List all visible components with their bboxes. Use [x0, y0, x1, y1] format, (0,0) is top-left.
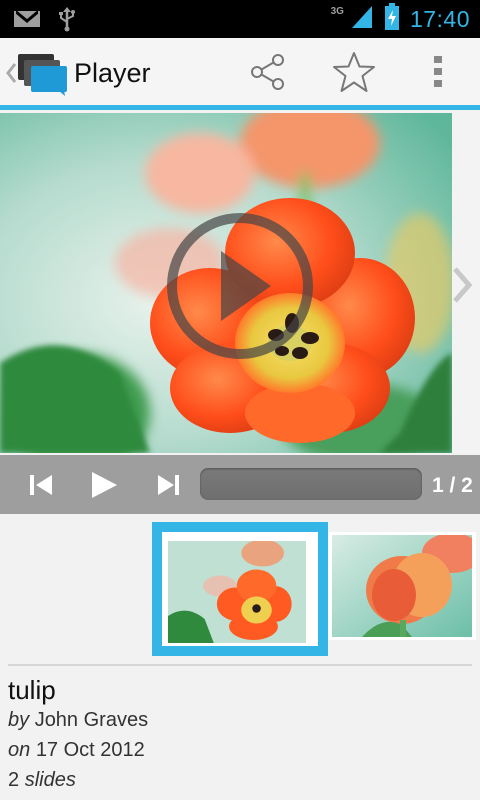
- share-button[interactable]: [240, 50, 296, 98]
- tulip-thumbnail-2: [332, 535, 472, 637]
- skip-next-icon[interactable]: [148, 465, 188, 505]
- skip-previous-icon[interactable]: [22, 465, 62, 505]
- slide-count: 2: [8, 769, 20, 791]
- play-overlay-icon[interactable]: [163, 209, 317, 363]
- favorite-button[interactable]: [326, 50, 382, 98]
- tulip-thumbnail-1: [168, 541, 306, 643]
- gmail-icon: [14, 9, 40, 34]
- signal-icon: [350, 4, 374, 35]
- slide-viewer[interactable]: [0, 113, 480, 453]
- next-slide-icon[interactable]: [447, 263, 475, 307]
- share-icon: [248, 52, 288, 97]
- action-bar: Player: [0, 38, 480, 110]
- play-icon[interactable]: [84, 465, 124, 505]
- slide-counter: 1 / 2: [432, 474, 473, 497]
- author-name: John Graves: [34, 709, 149, 731]
- progress-bar[interactable]: [200, 468, 422, 500]
- thumbnail-strip: [0, 514, 480, 664]
- usb-icon: [58, 6, 76, 37]
- star-icon: [332, 51, 376, 98]
- date-line: on 17 Oct 2012: [8, 739, 145, 762]
- slides-label: slides: [24, 769, 76, 791]
- author-line: by John Graves: [8, 709, 148, 732]
- player-controls: 1 / 2: [0, 455, 480, 514]
- thumbnail-selected[interactable]: [152, 522, 328, 656]
- by-label: by: [8, 709, 30, 731]
- status-bar: 3G 17:40: [0, 0, 480, 38]
- app-logo-icon[interactable]: [18, 52, 70, 96]
- overflow-menu-button[interactable]: [410, 50, 466, 98]
- network-type: 3G: [330, 5, 344, 17]
- battery-charging-icon: [384, 2, 400, 36]
- presentation-title: tulip: [8, 675, 56, 705]
- up-caret-icon[interactable]: [4, 58, 18, 88]
- divider: [8, 664, 472, 666]
- slides-line: 2 slides: [8, 769, 76, 792]
- overflow-menu-icon: [433, 55, 443, 94]
- page-title: Player: [74, 58, 151, 88]
- thumbnail-2[interactable]: [328, 532, 476, 640]
- on-label: on: [8, 739, 31, 761]
- date-value: 17 Oct 2012: [35, 739, 145, 761]
- clock: 17:40: [409, 5, 470, 32]
